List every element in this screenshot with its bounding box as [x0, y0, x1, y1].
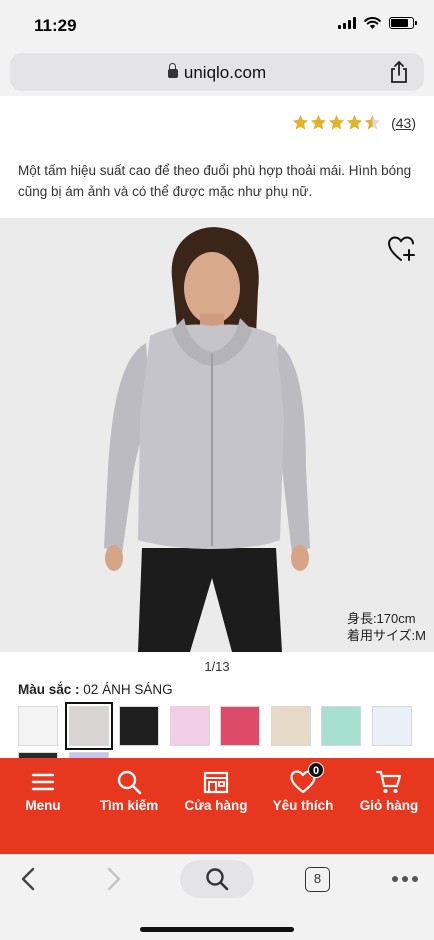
heart-icon: 0	[258, 762, 348, 796]
color-label: Màu sắc :	[18, 682, 80, 697]
cart-icon	[344, 768, 434, 796]
forward-icon[interactable]	[104, 866, 124, 892]
nav-item-cart[interactable]: Giỏ hàng	[344, 768, 434, 813]
wifi-icon	[364, 17, 381, 29]
color-swatch[interactable]	[64, 702, 113, 750]
tabs-button[interactable]: 8	[305, 867, 330, 892]
signal-icon	[338, 17, 356, 29]
nav-item-label: Yêu thích	[272, 798, 334, 813]
color-value: 02 ÁNH SÁNG	[83, 682, 173, 697]
nav-item-store[interactable]: Cửa hàng	[171, 768, 261, 813]
home-indicator	[140, 927, 294, 932]
star-icon	[347, 115, 363, 130]
star-icon	[329, 115, 345, 130]
lock-icon	[167, 63, 178, 78]
model-photo	[104, 227, 310, 652]
color-swatch[interactable]	[371, 706, 412, 746]
product-title-cut: ...	[150, 88, 163, 92]
review-count[interactable]: 43	[396, 115, 412, 131]
star-icon	[311, 115, 327, 130]
more-icon[interactable]	[392, 876, 418, 882]
color-swatch[interactable]	[220, 706, 260, 746]
nav-item-menu[interactable]: Menu	[0, 768, 88, 813]
color-swatches	[18, 702, 434, 792]
battery-level	[391, 19, 408, 27]
star-icon	[293, 115, 309, 130]
nav-item-label: Giỏ hàng	[359, 798, 419, 813]
search-icon	[84, 768, 174, 796]
color-swatch[interactable]	[169, 706, 210, 746]
nav-item-label: Tìm kiếm	[99, 798, 159, 813]
color-label-row: Màu sắc : 02 ÁNH SÁNG	[18, 682, 173, 697]
browser-toolbar: 8	[0, 854, 434, 940]
back-icon[interactable]	[18, 866, 38, 892]
address-bar[interactable]: uniqlo.com	[10, 53, 424, 91]
store-icon	[171, 768, 261, 796]
color-swatch[interactable]	[321, 706, 361, 746]
nav-item-label: Menu	[25, 798, 61, 813]
status-time: 11:29	[34, 16, 77, 35]
rating-row: (43)	[292, 114, 416, 131]
search-icon	[206, 868, 229, 891]
model-size-caption: 身長:170cm 着用サイズ:M	[347, 610, 426, 644]
color-swatch[interactable]	[270, 706, 311, 746]
url-text: uniqlo.com	[183, 63, 267, 82]
rating-stars	[292, 114, 381, 131]
product-photo[interactable]: 身長:170cm 着用サイズ:M	[0, 218, 434, 652]
nav-item-search[interactable]: Tìm kiếm	[84, 768, 174, 813]
site-bottom-nav: Menu Tìm kiếm Cửa hàng 0 Yêu thích Giỏ hàng	[0, 758, 434, 854]
status-icons	[338, 17, 417, 29]
menu-icon	[0, 768, 88, 796]
status-bar: 11:29	[0, 0, 434, 48]
color-swatch[interactable]	[18, 706, 58, 746]
favorites-count-badge: 0	[308, 762, 324, 778]
nav-item-heart[interactable]: 0 Yêu thích	[258, 762, 348, 813]
add-to-favorites-icon[interactable]	[388, 236, 416, 262]
battery-icon	[389, 17, 417, 29]
product-description: Một tấm hiệu suất cao để theo đuổi phù h…	[18, 163, 412, 199]
url-display[interactable]: uniqlo.com	[10, 63, 424, 83]
review-count-link[interactable]: (43)	[391, 115, 416, 131]
image-pager: 1/13	[204, 659, 230, 674]
nav-item-label: Cửa hàng	[184, 798, 248, 813]
color-swatch[interactable]	[119, 706, 159, 746]
model-height: 身長:170cm	[346, 611, 416, 626]
star-icon	[365, 115, 381, 130]
model-size: 着用サイズ:M	[346, 628, 426, 643]
share-icon[interactable]	[388, 60, 410, 84]
browser-address-area: uniqlo.com	[0, 48, 434, 96]
browser-search-button[interactable]	[180, 860, 254, 898]
